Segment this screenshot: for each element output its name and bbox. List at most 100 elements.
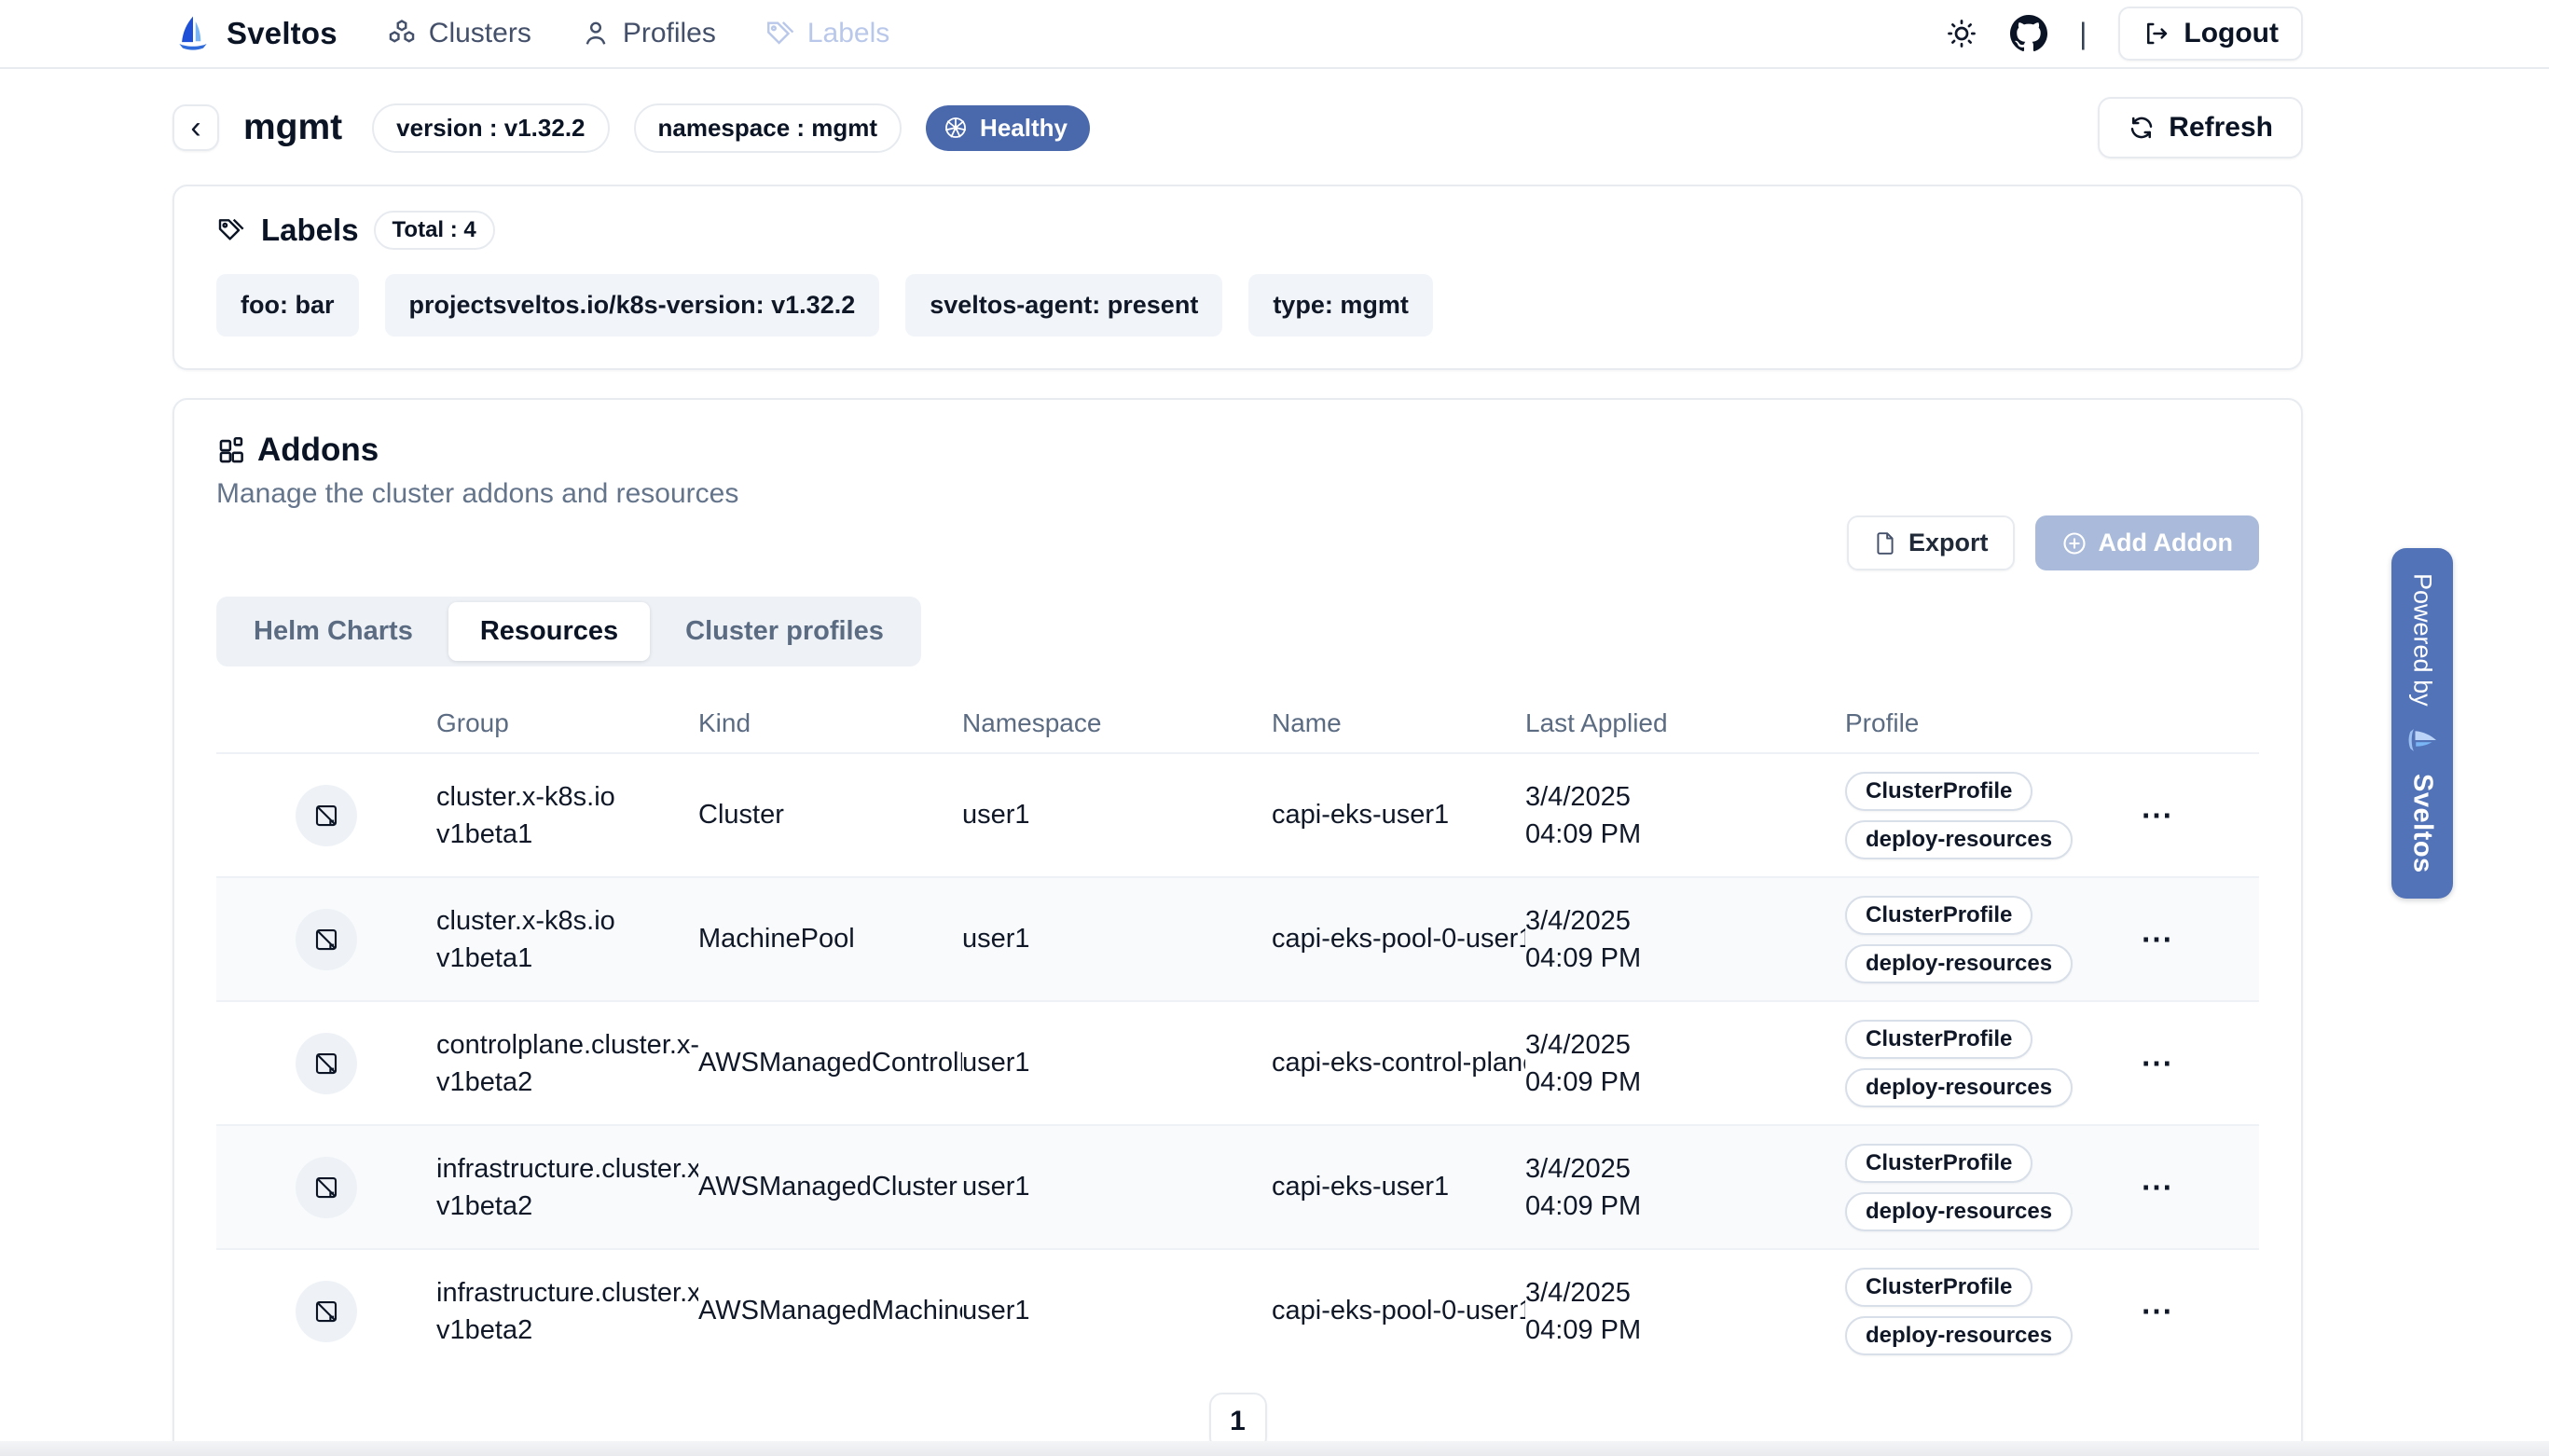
profile-chip[interactable]: ClusterProfile — [1845, 896, 2032, 935]
tab[interactable]: Cluster profiles — [654, 602, 916, 661]
cluster-header: ‹ mgmt version : v1.32.2 namespace : mgm… — [172, 97, 2303, 158]
cell-namespace: user1 — [962, 1172, 1272, 1202]
addons-grid-icon — [216, 434, 248, 466]
col-header-last-applied: Last Applied — [1525, 708, 1845, 738]
page-title: mgmt — [243, 107, 342, 148]
nav-item-label: Labels — [807, 18, 889, 49]
table-row: infrastructure.cluster.x v1beta2 AWSMana… — [216, 1248, 2259, 1372]
resource-avatar — [296, 1281, 357, 1342]
label-chip: foo: bar — [216, 274, 359, 337]
resources-table: cluster.x-k8s.io v1beta1 Cluster user1 c… — [216, 752, 2259, 1372]
profile-chip[interactable]: deploy-resources — [1845, 1192, 2073, 1231]
add-addon-button[interactable]: Add Addon — [2035, 515, 2259, 570]
cell-last-applied: 3/4/2025 04:09 PM — [1525, 1274, 1845, 1349]
cell-profile: ClusterProfile deploy-resources — [1845, 1268, 2128, 1355]
resource-avatar — [296, 785, 357, 846]
cell-profile: ClusterProfile deploy-resources — [1845, 772, 2128, 859]
nav-separator: | — [2079, 17, 2087, 51]
cell-namespace: user1 — [962, 1296, 1272, 1326]
health-status-badge: Healthy — [926, 105, 1090, 151]
brand-name: Sveltos — [227, 16, 338, 51]
sveltos-logo-icon — [172, 13, 214, 54]
cell-profile: ClusterProfile deploy-resources — [1845, 1020, 2128, 1107]
profile-chip[interactable]: deploy-resources — [1845, 944, 2073, 983]
cell-kind: Cluster — [698, 800, 962, 831]
cell-last-applied: 3/4/2025 04:09 PM — [1525, 1150, 1845, 1225]
kubernetes-helm-icon — [943, 115, 969, 141]
clusters-icon — [386, 18, 418, 49]
image-off-icon — [312, 802, 340, 830]
cell-last-applied: 3/4/2025 04:09 PM — [1525, 1026, 1845, 1101]
cell-group: infrastructure.cluster.x v1beta2 — [436, 1274, 698, 1349]
image-off-icon — [312, 1298, 340, 1326]
cell-profile: ClusterProfile deploy-resources — [1845, 896, 2128, 983]
labels-title: Labels — [261, 213, 359, 248]
table-row: cluster.x-k8s.io v1beta1 Cluster user1 c… — [216, 752, 2259, 876]
cell-group: cluster.x-k8s.io v1beta1 — [436, 902, 698, 977]
top-nav: Sveltos Clusters Profiles — [0, 0, 2549, 69]
tags-icon — [765, 18, 796, 49]
col-header-kind: Kind — [698, 708, 962, 738]
row-actions-menu[interactable]: ⋯ — [2128, 1169, 2259, 1206]
refresh-button[interactable]: Refresh — [2098, 97, 2303, 158]
row-actions-menu[interactable]: ⋯ — [2128, 797, 2259, 834]
nav-item-label: Clusters — [429, 18, 531, 49]
chevron-left-icon: ‹ — [190, 110, 200, 146]
col-header-group: Group — [436, 708, 698, 738]
cell-kind: AWSManagedControlP — [698, 1048, 962, 1078]
table-header: Group Kind Namespace Name Last Applied P… — [216, 694, 2259, 752]
profile-chip[interactable]: deploy-resources — [1845, 820, 2073, 859]
profile-chip[interactable]: ClusterProfile — [1845, 1268, 2032, 1307]
labels-panel: Labels Total : 4 foo: bar projectsveltos… — [172, 185, 2303, 370]
label-chip: type: mgmt — [1248, 274, 1433, 337]
profile-chip[interactable]: deploy-resources — [1845, 1316, 2073, 1355]
nav-item-labels[interactable]: Labels — [765, 18, 889, 49]
cell-last-applied: 3/4/2025 04:09 PM — [1525, 778, 1845, 853]
row-actions-menu[interactable]: ⋯ — [2128, 1045, 2259, 1082]
brand[interactable]: Sveltos — [172, 13, 338, 54]
namespace-badge: namespace : mgmt — [634, 103, 902, 153]
label-chip: projectsveltos.io/k8s-version: v1.32.2 — [385, 274, 880, 337]
profile-chip[interactable]: ClusterProfile — [1845, 772, 2032, 811]
theme-toggle-sun-icon[interactable] — [1945, 17, 1978, 50]
tab[interactable]: Resources — [448, 602, 650, 661]
export-label: Export — [1908, 529, 1989, 557]
cell-group: controlplane.cluster.x- v1beta2 — [436, 1026, 698, 1101]
powered-by-banner[interactable]: Powered by Sveltos — [2391, 548, 2453, 899]
table-row: cluster.x-k8s.io v1beta1 MachinePool use… — [216, 876, 2259, 1000]
addons-title: Addons — [257, 432, 379, 469]
plus-circle-icon — [2061, 530, 2087, 556]
row-actions-menu[interactable]: ⋯ — [2128, 1293, 2259, 1330]
table-row: controlplane.cluster.x- v1beta2 AWSManag… — [216, 1000, 2259, 1124]
image-off-icon — [312, 926, 340, 954]
cell-name: capi-eks-user1 — [1272, 1172, 1525, 1202]
resource-avatar — [296, 1033, 357, 1094]
profile-chip[interactable]: ClusterProfile — [1845, 1144, 2032, 1183]
cell-name: capi-eks-pool-0-user1 — [1272, 1296, 1525, 1326]
label-chips: foo: bar projectsveltos.io/k8s-version: … — [216, 274, 2259, 337]
nav-item-clusters[interactable]: Clusters — [386, 18, 531, 49]
logout-button[interactable]: Logout — [2118, 7, 2303, 61]
refresh-label: Refresh — [2169, 112, 2273, 144]
row-actions-menu[interactable]: ⋯ — [2128, 921, 2259, 958]
refresh-icon — [2128, 114, 2156, 142]
powered-by-brand: Sveltos — [2407, 774, 2438, 873]
tab[interactable]: Helm Charts — [222, 602, 445, 661]
resource-avatar — [296, 909, 357, 970]
cell-kind: AWSManagedCluster — [698, 1172, 962, 1202]
image-off-icon — [312, 1050, 340, 1078]
powered-by-text: Powered by — [2408, 573, 2437, 707]
profiles-icon — [580, 18, 612, 49]
profile-chip[interactable]: ClusterProfile — [1845, 1020, 2032, 1059]
back-button[interactable]: ‹ — [172, 104, 219, 151]
github-icon[interactable] — [2010, 15, 2047, 52]
image-off-icon — [312, 1174, 340, 1202]
page-bottom-edge — [0, 1441, 2549, 1456]
export-button[interactable]: Export — [1847, 515, 2015, 570]
labels-total-badge: Total : 4 — [374, 211, 495, 250]
nav-item-profiles[interactable]: Profiles — [580, 18, 716, 49]
cell-kind: MachinePool — [698, 924, 962, 955]
cell-name: capi-eks-user1 — [1272, 800, 1525, 831]
profile-chip[interactable]: deploy-resources — [1845, 1068, 2073, 1107]
col-header-name: Name — [1272, 708, 1525, 738]
